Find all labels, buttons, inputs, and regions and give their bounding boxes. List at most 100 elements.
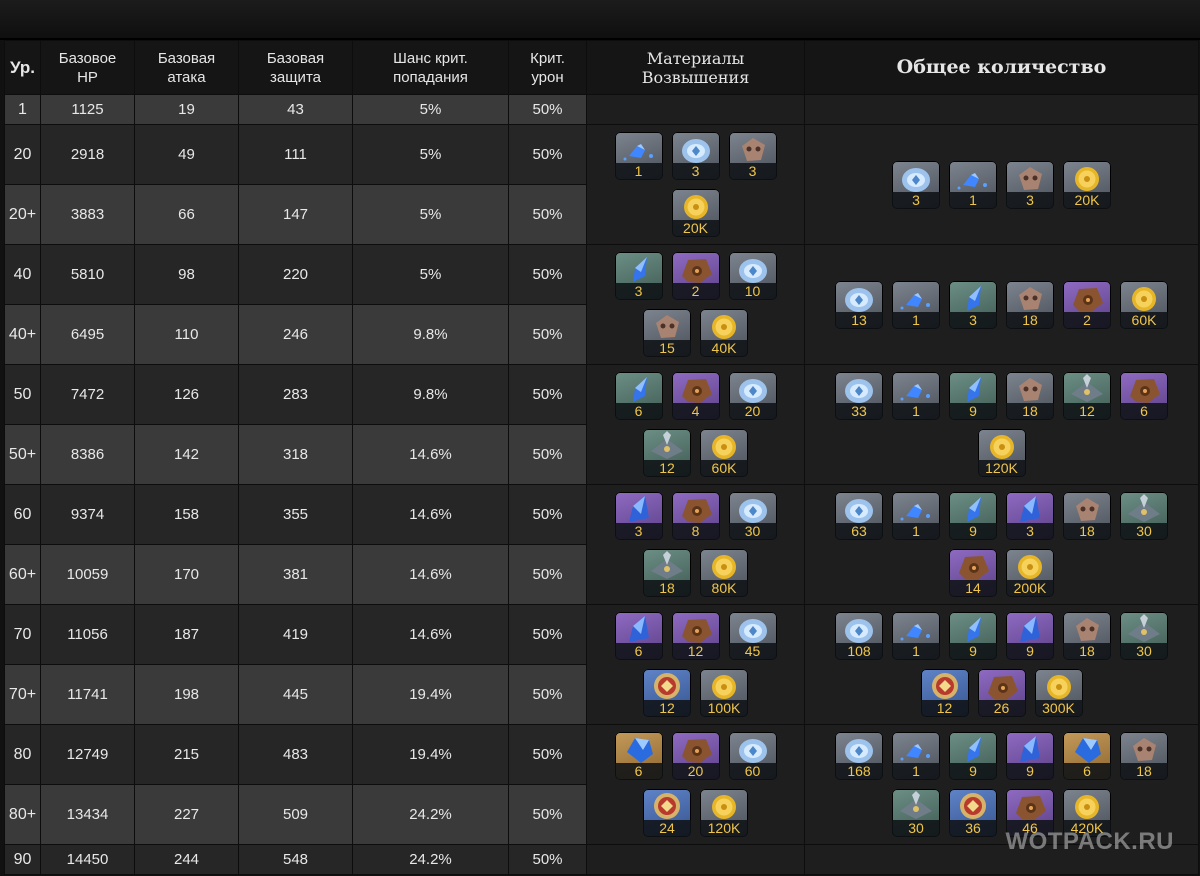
material-item: 18 [1006,280,1054,329]
material-item: 30 [1120,612,1168,660]
boss-material-icon [949,551,997,581]
cell-hp: 1125 [40,94,135,125]
table-row: 50 7472 126 283 9.8% 50% 6 4 20 12 60K 33 1 9 18 12 6 120… [4,364,1199,485]
mask-emblem-icon [643,551,691,581]
mask-insignia-icon [643,671,691,701]
gem-sliver-icon [892,494,940,524]
cell-level: 80+ [4,784,41,845]
table-row: 20 2918 49 111 5% 50% 1 3 3 20K 3 1 3 20K [4,124,1199,245]
material-count: 120K [700,820,748,837]
material-count: 9 [1006,643,1054,660]
material-count: 20K [671,220,720,237]
gem-chunk-icon [615,614,663,644]
material-item: 120K [977,429,1026,477]
material-count: 24 [643,820,691,837]
materials-cell [586,844,805,875]
material-count: 60K [1120,311,1168,329]
total-cell: 108 1 9 9 18 30 12 26 300K [804,604,1199,725]
material-count: 18 [1063,523,1111,540]
total-cell: 3 1 3 20K [804,124,1199,245]
header-crit-rate: Шанс крит. попадания [352,40,509,95]
material-count: 1 [892,311,940,329]
material-item: 40K [700,309,748,357]
gem-sliver-icon [615,134,663,164]
boss-material-icon [1063,283,1111,313]
material-count: 12 [671,643,720,660]
cell-crit-rate: 24.2% [352,844,509,875]
material-count: 6 [1063,763,1111,780]
cell-level: 40 [4,244,41,305]
boss-material-icon [1006,791,1054,821]
material-item: 60K [700,429,748,477]
material-item: 3 [1006,492,1054,540]
cell-crit-rate: 14.6% [352,544,509,605]
gem-fragment-icon [949,374,997,404]
material-count: 3 [614,283,663,300]
cell-hp: 11056 [40,604,135,665]
material-count: 45 [728,643,777,660]
material-item: 20 [671,732,720,780]
cell-crit-dmg: 50% [508,604,587,665]
mora-coin-icon [700,311,748,341]
boss-material-icon [672,254,720,284]
material-count: 2 [671,283,720,300]
material-item: 168 [835,732,883,780]
gem-sliver-icon [892,614,940,644]
material-item: 18 [643,549,691,597]
slime-orb-icon [729,494,777,524]
material-item: 45 [728,612,777,660]
slime-orb-icon [672,134,720,164]
slime-orb-icon [835,614,883,644]
gem-fragment-icon [949,614,997,644]
cell-atk: 19 [134,94,239,125]
cell-crit-dmg: 50% [508,184,587,245]
cell-crit-dmg: 50% [508,124,587,185]
watermark: WOTPACK.RU [1005,828,1174,855]
material-item: 36 [949,789,997,837]
cell-level: 20+ [4,184,41,245]
material-item: 1 [892,612,940,660]
materials-cell: 6 20 60 24 120K [586,724,805,845]
table-row: 60 9374 158 355 14.6% 50% 3 8 30 18 80K 63 1 9 3 18 30 14… [4,484,1199,605]
material-count: 12 [920,700,969,717]
material-item: 60K [1120,280,1168,329]
cell-crit-dmg: 50% [508,844,587,875]
material-item: 6 [1063,732,1111,780]
table-row: 70 11056 187 419 14.6% 50% 6 12 45 12 100K 108 1 9 9 18… [4,604,1199,725]
material-count: 1 [614,163,663,180]
material-item: 24 [643,789,691,837]
material-count: 3 [1006,523,1054,540]
material-item: 3 [728,132,777,180]
mora-coin-icon [672,191,720,221]
mask-shard-icon [1006,374,1054,404]
material-count: 2 [1063,311,1111,329]
material-item: 13 [835,280,883,329]
cell-crit-rate: 5% [352,94,509,125]
material-count: 60 [728,763,777,780]
material-count: 12 [643,460,691,477]
mask-shard-icon [1120,734,1168,764]
cell-atk: 66 [134,184,239,245]
material-count: 60K [700,460,748,477]
gem-sliver-icon [892,374,940,404]
material-count: 1 [949,191,997,209]
material-item: 108 [835,612,883,660]
material-item: 3 [614,492,663,540]
material-item: 20K [671,189,720,237]
table-row: 80 12749 215 483 19.4% 50% 6 20 60 24 120K 168 1 9 9 6 1… [4,724,1199,845]
cell-level: 40+ [4,304,41,365]
cell-hp: 8386 [40,424,135,485]
mask-shard-icon [1006,163,1054,193]
mora-coin-icon [978,431,1026,461]
material-count: 20 [728,403,777,420]
cell-hp: 7472 [40,364,135,425]
material-count: 168 [835,763,883,780]
material-item: 1 [892,732,940,780]
material-item: 14 [949,549,997,597]
material-count: 6 [614,763,663,780]
mask-shard-icon [1063,614,1111,644]
cell-atk: 227 [134,784,239,845]
material-item: 9 [1006,732,1054,780]
material-item: 200K [1006,549,1054,597]
material-item: 10 [728,252,777,300]
